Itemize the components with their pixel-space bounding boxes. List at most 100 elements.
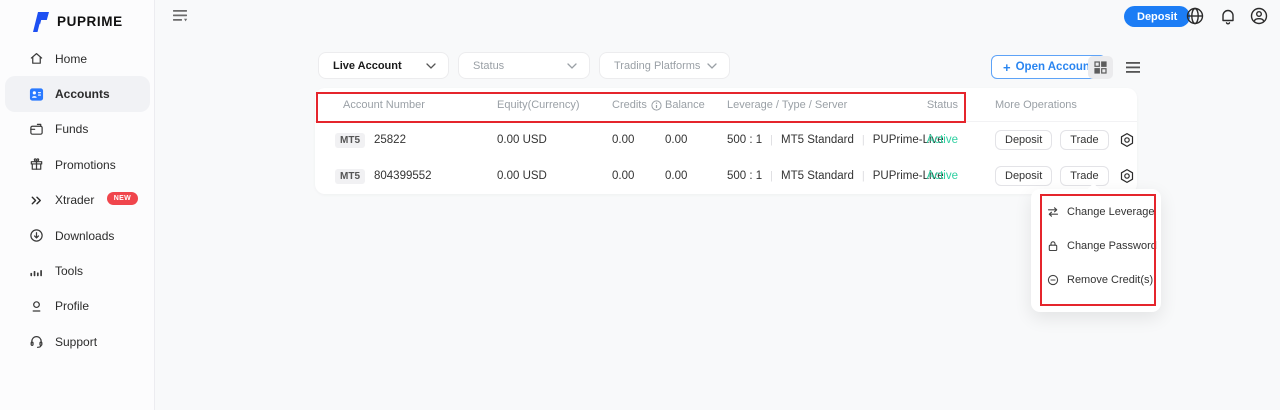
remove-credit-icon bbox=[1047, 274, 1059, 286]
collapse-sidebar-icon[interactable] bbox=[173, 10, 188, 22]
puprime-logo-icon bbox=[28, 11, 51, 32]
accounts-table: Account Number Equity(Currency) Credits … bbox=[315, 88, 1137, 194]
status-placeholder: Status bbox=[473, 60, 504, 72]
grid-view-button[interactable] bbox=[1088, 56, 1113, 79]
column-equity: Equity(Currency) bbox=[497, 99, 580, 111]
notifications-bell-icon[interactable] bbox=[1218, 6, 1238, 26]
row-deposit-button[interactable]: Deposit bbox=[995, 166, 1052, 186]
sidebar-item-accounts[interactable]: Accounts bbox=[5, 76, 150, 111]
sidebar-item-tools[interactable]: Tools bbox=[5, 253, 150, 288]
credits-cell: 0.00 bbox=[612, 158, 634, 194]
download-icon bbox=[28, 228, 44, 244]
wallet-icon bbox=[28, 121, 44, 137]
row-operations: Deposit Trade bbox=[995, 122, 1135, 158]
row-trade-button[interactable]: Trade bbox=[1060, 166, 1108, 186]
sidebar-item-label: Profile bbox=[55, 299, 89, 313]
info-icon[interactable] bbox=[651, 100, 662, 111]
status-badge: Active bbox=[900, 158, 958, 194]
status-dropdown[interactable]: Status bbox=[458, 52, 590, 79]
menu-item-change-password[interactable]: Change Password bbox=[1031, 229, 1161, 263]
column-status: Status bbox=[900, 99, 958, 111]
sidebar-item-label: Home bbox=[55, 52, 87, 66]
sidebar-item-label: Support bbox=[55, 335, 97, 349]
leverage-value: 500 : 1 bbox=[727, 170, 762, 182]
balance-cell: 0.00 bbox=[665, 122, 687, 158]
menu-item-change-leverage[interactable]: Change Leverage bbox=[1031, 195, 1161, 229]
column-credits: Credits bbox=[612, 99, 662, 111]
sidebar-item-xtrader[interactable]: Xtrader NEW bbox=[5, 183, 150, 218]
account-type-dropdown[interactable]: Live Account bbox=[318, 52, 449, 79]
sidebar-item-label: Xtrader bbox=[55, 193, 94, 207]
sidebar-item-label: Funds bbox=[55, 122, 88, 136]
status-badge: Active bbox=[900, 122, 958, 158]
globe-icon[interactable] bbox=[1185, 6, 1205, 26]
balance-cell: 0.00 bbox=[665, 158, 687, 194]
credits-cell: 0.00 bbox=[612, 122, 634, 158]
settings-gear-icon[interactable] bbox=[1119, 132, 1135, 148]
headset-icon bbox=[28, 334, 44, 350]
table-row: MT5 25822 0.00 USD 0.00 0.00 500 : 1 | M… bbox=[315, 122, 1137, 158]
tools-icon bbox=[28, 263, 44, 279]
change-leverage-icon bbox=[1047, 206, 1059, 218]
menu-item-remove-credits[interactable]: Remove Credit(s) bbox=[1031, 263, 1161, 297]
column-leverage-type-server: Leverage / Type / Server bbox=[727, 99, 847, 111]
leverage-value: 500 : 1 bbox=[727, 134, 762, 146]
lock-icon bbox=[1047, 240, 1059, 252]
plus-icon: + bbox=[1003, 60, 1011, 75]
platform-badge: MT5 bbox=[335, 133, 365, 148]
platform-badge: MT5 bbox=[335, 169, 365, 184]
table-row: MT5 804399552 0.00 USD 0.00 0.00 500 : 1… bbox=[315, 158, 1137, 194]
account-cell: MT5 25822 bbox=[335, 122, 406, 158]
brand-name: PUPRIME bbox=[57, 14, 123, 29]
brand-logo[interactable]: PUPRIME bbox=[0, 0, 154, 34]
row-deposit-button[interactable]: Deposit bbox=[995, 130, 1052, 150]
sidebar-item-label: Tools bbox=[55, 264, 83, 278]
sidebar-item-funds[interactable]: Funds bbox=[5, 112, 150, 147]
equity-cell: 0.00 USD bbox=[497, 158, 547, 194]
chevron-down-icon bbox=[707, 63, 717, 69]
view-toggle bbox=[1088, 56, 1145, 79]
cell-divider: | bbox=[862, 134, 865, 146]
sidebar-item-home[interactable]: Home bbox=[5, 41, 150, 76]
chevron-down-icon bbox=[426, 63, 436, 69]
column-balance: Balance bbox=[665, 99, 705, 111]
sidebar-item-label: Downloads bbox=[55, 229, 114, 243]
sidebar-item-support[interactable]: Support bbox=[5, 324, 150, 359]
account-cell: MT5 804399552 bbox=[335, 158, 432, 194]
trading-platforms-dropdown[interactable]: Trading Platforms bbox=[599, 52, 730, 79]
gift-icon bbox=[28, 157, 44, 173]
double-chevron-icon bbox=[28, 192, 44, 208]
sidebar-item-promotions[interactable]: Promotions bbox=[5, 147, 150, 182]
account-number: 25822 bbox=[374, 134, 406, 146]
deposit-button[interactable]: Deposit bbox=[1124, 6, 1190, 27]
menu-item-label: Change Leverage bbox=[1067, 206, 1154, 218]
cell-divider: | bbox=[862, 170, 865, 182]
column-more-operations: More Operations bbox=[995, 99, 1077, 111]
account-type-value: Live Account bbox=[333, 60, 402, 72]
table-header-row: Account Number Equity(Currency) Credits … bbox=[315, 88, 1137, 122]
settings-gear-icon[interactable] bbox=[1119, 168, 1135, 184]
menu-item-label: Change Password bbox=[1067, 240, 1157, 252]
new-badge: NEW bbox=[107, 192, 138, 205]
cell-divider: | bbox=[770, 170, 773, 182]
profile-icon bbox=[28, 298, 44, 314]
user-avatar-icon[interactable] bbox=[1249, 6, 1269, 26]
account-settings-menu: Change Leverage Change Password Remove C… bbox=[1031, 189, 1161, 312]
trading-platforms-placeholder: Trading Platforms bbox=[614, 60, 700, 72]
sidebar-item-label: Accounts bbox=[55, 87, 110, 101]
sidebar-item-downloads[interactable]: Downloads bbox=[5, 218, 150, 253]
row-trade-button[interactable]: Trade bbox=[1060, 130, 1108, 150]
account-type-value: MT5 Standard bbox=[781, 134, 854, 146]
home-icon bbox=[28, 51, 44, 67]
accounts-icon bbox=[28, 86, 44, 102]
menu-item-label: Remove Credit(s) bbox=[1067, 274, 1153, 286]
sidebar-item-profile[interactable]: Profile bbox=[5, 289, 150, 324]
cell-divider: | bbox=[770, 134, 773, 146]
list-view-button[interactable] bbox=[1120, 56, 1145, 79]
equity-cell: 0.00 USD bbox=[497, 122, 547, 158]
account-number: 804399552 bbox=[374, 170, 432, 182]
column-account-number: Account Number bbox=[343, 99, 425, 111]
sidebar: PUPRIME Home bbox=[0, 0, 155, 410]
sidebar-item-label: Promotions bbox=[55, 158, 116, 172]
account-type-value: MT5 Standard bbox=[781, 170, 854, 182]
